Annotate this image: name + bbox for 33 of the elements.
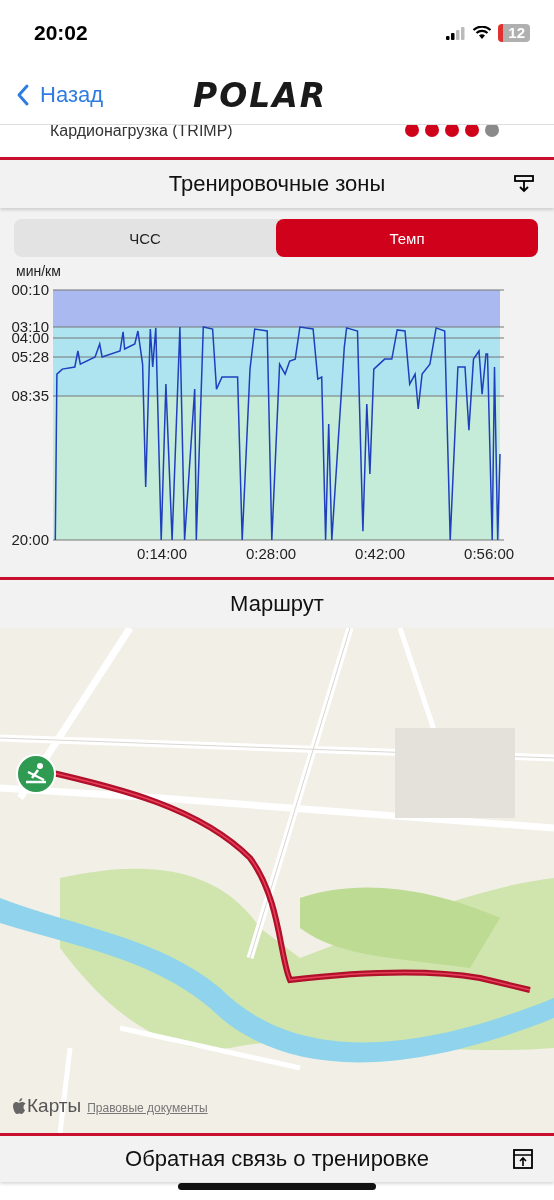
y-tick-label: 20:00 bbox=[11, 531, 49, 548]
rating-dot bbox=[465, 125, 479, 137]
rating-dot bbox=[445, 125, 459, 137]
maps-label: Карты bbox=[12, 1095, 82, 1117]
rowing-marker-icon[interactable] bbox=[16, 754, 56, 794]
rating-dot bbox=[405, 125, 419, 137]
y-tick-label: 00:10 bbox=[11, 281, 49, 298]
wifi-icon bbox=[472, 26, 493, 40]
signal-icon bbox=[446, 26, 467, 40]
segment-tab[interactable]: Темп bbox=[276, 219, 538, 257]
rating-dot bbox=[485, 125, 499, 137]
battery-indicator: 12 bbox=[498, 24, 530, 42]
y-tick-label: 08:35 bbox=[11, 387, 49, 404]
rating-dot bbox=[425, 125, 439, 137]
section-title: Обратная связь о тренировке bbox=[125, 1146, 429, 1172]
trimp-label: Кардионагрузка (TRIMP) bbox=[50, 125, 233, 140]
x-tick-label: 0:42:00 bbox=[355, 545, 406, 562]
axis-label: мин/км bbox=[16, 263, 61, 279]
legal-link[interactable]: Правовые документы bbox=[87, 1101, 208, 1115]
y-tick-label: 05:28 bbox=[11, 348, 49, 365]
status-time: 20:02 bbox=[34, 21, 88, 45]
logo: POLAR bbox=[193, 75, 328, 115]
section-title: Маршрут bbox=[230, 591, 324, 617]
chevron-left-icon bbox=[16, 83, 30, 107]
apple-icon bbox=[12, 1097, 26, 1115]
x-tick-label: 0:14:00 bbox=[137, 545, 188, 562]
x-tick-label: 0:28:00 bbox=[246, 545, 297, 562]
back-button[interactable]: Назад bbox=[0, 82, 104, 108]
segment-tab[interactable]: ЧСС bbox=[14, 219, 276, 257]
x-tick-label: 0:56:00 bbox=[464, 545, 515, 562]
section-title: Тренировочные зоны bbox=[168, 171, 386, 197]
filter-icon[interactable] bbox=[514, 174, 534, 194]
expand-icon[interactable] bbox=[512, 1148, 534, 1170]
